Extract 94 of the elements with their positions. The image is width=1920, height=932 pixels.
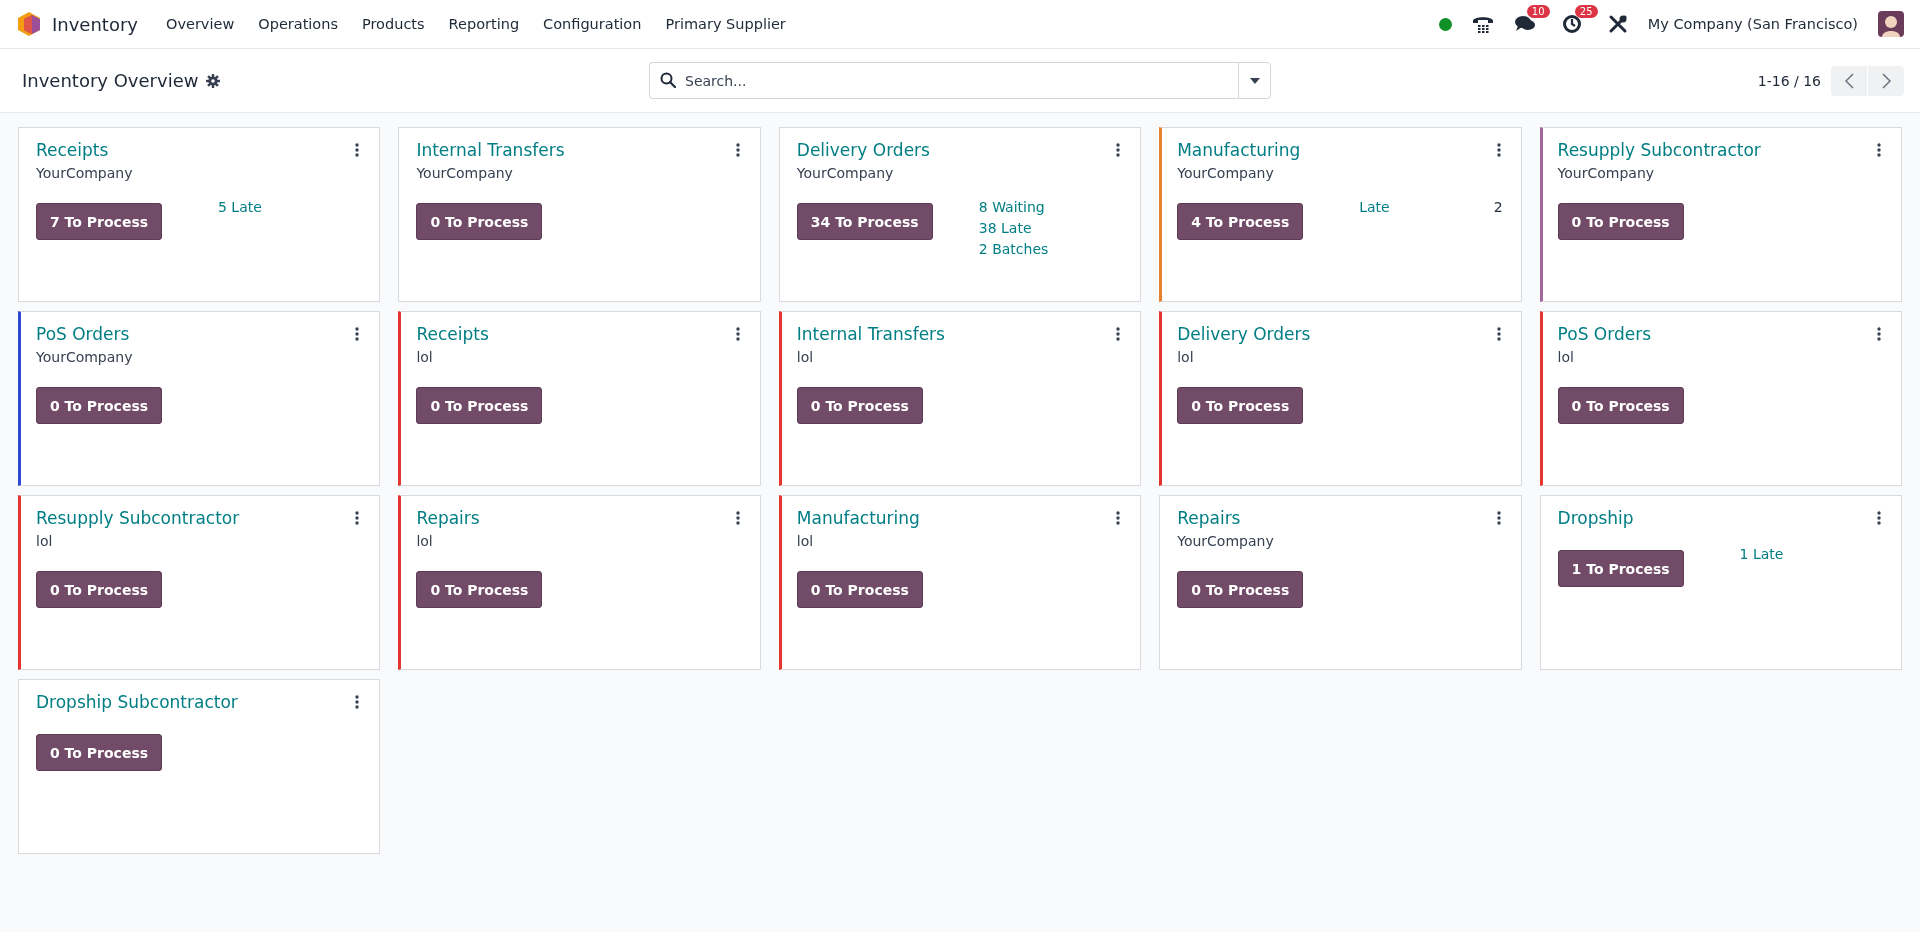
- company-name: YourCompany: [1177, 165, 1275, 181]
- avatar-icon[interactable]: [1878, 11, 1904, 37]
- menu-item[interactable]: Products: [350, 16, 437, 32]
- chevron-right-icon[interactable]: [1881, 72, 1891, 89]
- gear-icon[interactable]: [206, 73, 221, 88]
- company-name: YourCompany: [416, 165, 514, 181]
- card-title-link[interactable]: Repairs: [416, 508, 480, 528]
- kebab-menu-icon[interactable]: [735, 327, 740, 341]
- card-title-link[interactable]: Receipts: [416, 324, 489, 344]
- kebab-menu-icon[interactable]: [1116, 511, 1121, 525]
- company-switcher[interactable]: My Company (San Francisco): [1647, 16, 1858, 32]
- to-process-button[interactable]: 0 To Process: [416, 571, 543, 608]
- card-title-link[interactable]: PoS Orders: [36, 324, 130, 344]
- page-title: Inventory Overview: [22, 70, 199, 91]
- stat-link[interactable]: 38 Late: [978, 220, 1032, 236]
- kebab-menu-icon[interactable]: [735, 143, 740, 157]
- card-title-link[interactable]: Repairs: [1177, 508, 1241, 528]
- kebab-menu-icon[interactable]: [1116, 327, 1121, 341]
- company-name: lol: [416, 349, 434, 365]
- phone-icon[interactable]: [1471, 14, 1494, 34]
- card-title-link[interactable]: Manufacturing: [1177, 140, 1301, 160]
- to-process-button[interactable]: 1 To Process: [1557, 550, 1684, 587]
- to-process-button[interactable]: 0 To Process: [1557, 387, 1684, 424]
- kebab-menu-icon[interactable]: [355, 327, 360, 341]
- stat-link[interactable]: 2 Batches: [978, 241, 1049, 257]
- kebab-menu-icon[interactable]: [355, 511, 360, 525]
- clock-icon[interactable]: [1561, 14, 1582, 34]
- search-options-button[interactable]: [1238, 62, 1271, 99]
- stat-count: 2: [1493, 199, 1503, 215]
- company-name: lol: [416, 533, 434, 549]
- cube-logo-icon[interactable]: [18, 12, 40, 36]
- company-name: lol: [796, 533, 815, 549]
- chat-bubbles-icon[interactable]: [1513, 14, 1536, 34]
- menu-item[interactable]: Reporting: [436, 16, 532, 32]
- kebab-menu-icon[interactable]: [735, 511, 740, 525]
- card-title-link[interactable]: Resupply Subcontractor: [1557, 140, 1761, 160]
- company-name: YourCompany: [796, 165, 895, 181]
- kebab-menu-icon[interactable]: [1877, 143, 1881, 157]
- search-icon[interactable]: [660, 72, 676, 88]
- kebab-menu-icon[interactable]: [1877, 327, 1881, 341]
- pager-value[interactable]: 1-16 / 16: [1757, 72, 1821, 89]
- stat-link[interactable]: Late: [1359, 199, 1390, 215]
- kebab-menu-icon[interactable]: [1496, 511, 1501, 525]
- card-title-link[interactable]: Delivery Orders: [1177, 324, 1311, 344]
- card-title-link[interactable]: Receipts: [36, 140, 109, 160]
- card-title-link[interactable]: Dropship Subcontractor: [36, 692, 238, 712]
- menu-item[interactable]: Primary Supplier: [653, 16, 798, 32]
- card-title-link[interactable]: Delivery Orders: [796, 140, 930, 160]
- to-process-button[interactable]: 0 To Process: [796, 571, 923, 608]
- card-title-link[interactable]: PoS Orders: [1557, 324, 1651, 344]
- message-count-badge: 10: [1526, 5, 1550, 18]
- menu-item[interactable]: Configuration: [531, 16, 654, 32]
- company-name: YourCompany: [1557, 165, 1656, 181]
- kebab-menu-icon[interactable]: [355, 143, 360, 157]
- card-title-link[interactable]: Manufacturing: [796, 508, 920, 528]
- to-process-button[interactable]: 0 To Process: [796, 387, 923, 424]
- to-process-button[interactable]: 0 To Process: [1177, 387, 1304, 424]
- card-title-link[interactable]: Internal Transfers: [796, 324, 945, 344]
- menu-item[interactable]: Overview: [154, 16, 247, 32]
- kebab-menu-icon[interactable]: [1877, 511, 1881, 525]
- company-name: lol: [36, 533, 54, 549]
- company-name: lol: [1177, 349, 1195, 365]
- kebab-menu-icon[interactable]: [355, 695, 360, 709]
- to-process-button[interactable]: 0 To Process: [416, 387, 543, 424]
- to-process-button[interactable]: 0 To Process: [416, 203, 543, 240]
- menu-item[interactable]: Operations: [246, 16, 350, 32]
- card-title-link[interactable]: Internal Transfers: [416, 140, 565, 160]
- company-name: lol: [1557, 349, 1575, 365]
- card-title-link[interactable]: Resupply Subcontractor: [36, 508, 240, 528]
- to-process-button[interactable]: 0 To Process: [36, 571, 163, 608]
- company-name: YourCompany: [1177, 533, 1275, 549]
- chevron-left-icon[interactable]: [1844, 72, 1854, 89]
- tools-icon[interactable]: [1607, 14, 1628, 34]
- to-process-button[interactable]: 4 To Process: [1177, 203, 1304, 240]
- activity-count-badge: 25: [1574, 5, 1598, 18]
- to-process-button[interactable]: 0 To Process: [1557, 203, 1684, 240]
- caret-down-icon[interactable]: [1249, 77, 1260, 84]
- to-process-button[interactable]: 0 To Process: [36, 387, 163, 424]
- to-process-button[interactable]: 34 To Process: [796, 203, 933, 240]
- to-process-button[interactable]: 0 To Process: [36, 734, 163, 771]
- kebab-menu-icon[interactable]: [1496, 143, 1501, 157]
- company-name: YourCompany: [36, 349, 134, 365]
- company-name: YourCompany: [36, 165, 134, 181]
- search-field[interactable]: Search...: [649, 62, 1238, 99]
- to-process-button[interactable]: 0 To Process: [1177, 571, 1304, 608]
- stat-link[interactable]: 5 Late: [218, 199, 262, 215]
- kebab-menu-icon[interactable]: [1496, 327, 1501, 341]
- stat-link[interactable]: 8 Waiting: [978, 199, 1045, 215]
- stat-link[interactable]: 1 Late: [1739, 546, 1784, 562]
- to-process-button[interactable]: 7 To Process: [36, 203, 163, 240]
- kebab-menu-icon[interactable]: [1116, 143, 1121, 157]
- app-name-link[interactable]: Inventory: [52, 13, 138, 35]
- card-title-link[interactable]: Dropship: [1557, 508, 1634, 528]
- company-name: lol: [796, 349, 815, 365]
